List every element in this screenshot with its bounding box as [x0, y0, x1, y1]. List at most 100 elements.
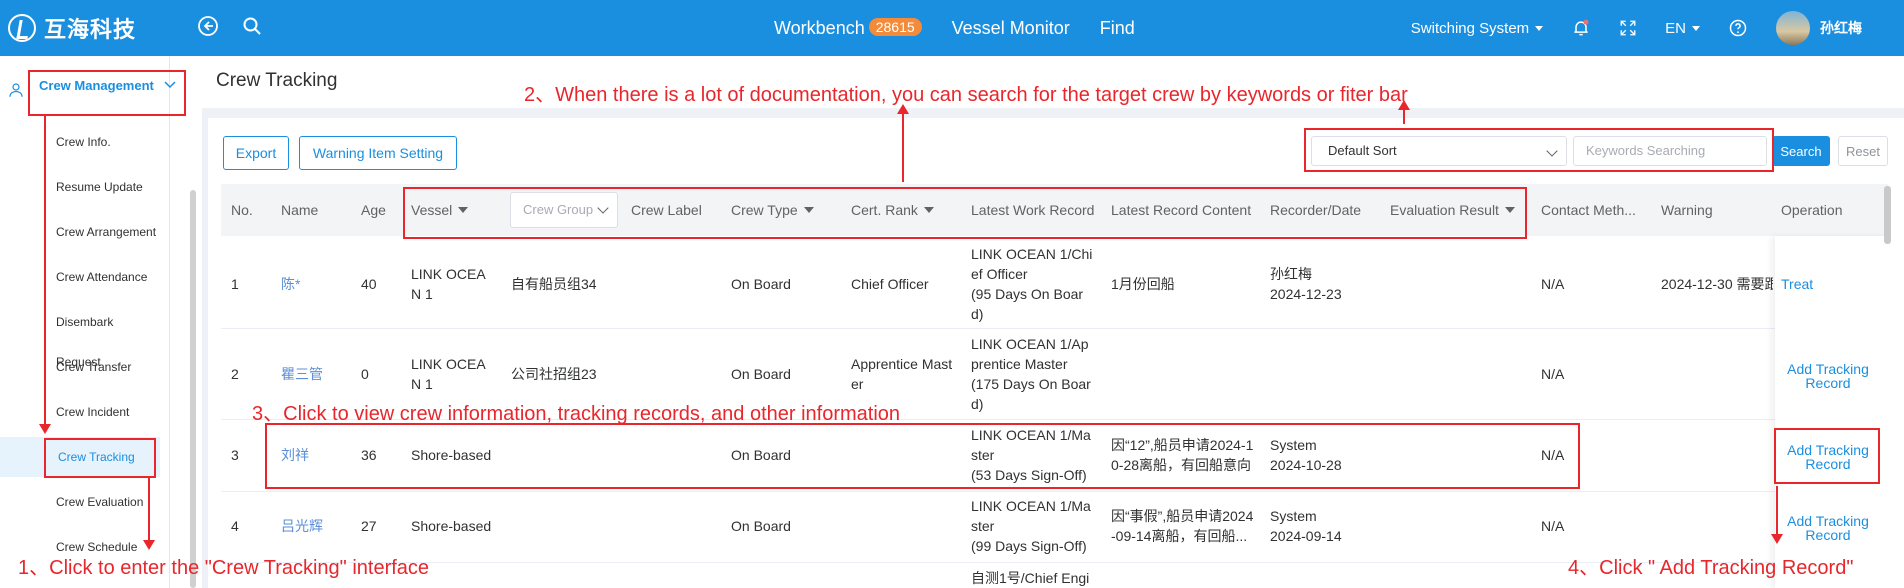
cell-age: 40 — [361, 276, 377, 292]
workbench-count-badge: 28615 — [868, 17, 922, 36]
cell-recorder-date: 孙红梅 2024-12-23 — [1270, 264, 1342, 304]
annotation-box-add-tracking — [1774, 428, 1880, 484]
chevron-down-icon — [1535, 25, 1544, 31]
annotation-step4: 4、Click " Add Tracking Record" — [1568, 557, 1854, 579]
cell-contact-method: N/A — [1541, 366, 1565, 382]
cert-rank-line1: Apprentice Mast — [851, 356, 953, 372]
cell-crew-type: On Board — [731, 518, 791, 534]
language-dropdown[interactable]: EN — [1665, 20, 1700, 37]
logo-icon — [8, 14, 36, 42]
top-nav: Workbench 28615 Vessel Monitor Find — [774, 0, 1135, 56]
warning-item-setting-button[interactable]: Warning Item Setting — [299, 136, 457, 170]
search-button[interactable]: Search — [1772, 136, 1830, 166]
app-logo[interactable]: 互海科技 — [8, 12, 136, 44]
cell-crew-group: 自有船员组34 — [511, 276, 597, 292]
notification-button[interactable] — [1571, 18, 1591, 38]
export-button[interactable]: Export — [223, 136, 289, 170]
back-icon[interactable] — [196, 14, 220, 38]
page-title: Crew Tracking — [216, 70, 338, 91]
add-tracking-record-link[interactable]: Add Tracking Record — [1778, 362, 1878, 390]
sidebar-item-crew-info[interactable]: Crew Info. — [0, 122, 160, 162]
logo-text: 互海科技 — [44, 17, 137, 42]
nav-find[interactable]: Find — [1100, 18, 1135, 39]
col-header-no: No. — [231, 202, 253, 218]
cell-latest-work-record: LINK OCEAN 1/Ma ster (99 Days Sign-Off) — [971, 496, 1091, 556]
annotation-box-crew-tracking — [44, 438, 156, 478]
search-icon[interactable] — [240, 14, 264, 38]
cell-latest-work-record: LINK OCEAN 1/Chi ef Officer (95 Days On Bo… — [971, 244, 1092, 324]
user-name[interactable]: 孙红梅 — [1820, 18, 1862, 38]
sidebar-item-crew-evaluation[interactable]: Crew Evaluation — [0, 482, 160, 522]
cell-latest-work-record: LINK OCEAN 1/Ap prentice Master (175 Days … — [971, 334, 1091, 414]
cell-recorder-date: System 2024-09-14 — [1270, 506, 1342, 546]
cell-latest-record-content: 因“事假”,船员申请2024 -09-14离船，有回船... — [1111, 506, 1253, 546]
cell-vessel-line1: LINK OCEA — [411, 266, 486, 282]
cell-no: 2 — [231, 366, 239, 382]
sidebar: Crew Management Crew Info. Resume Update… — [0, 56, 176, 588]
op-line2: Record — [1805, 375, 1851, 391]
annotation-box-filter-headers — [403, 187, 1527, 239]
annotation-box-crew-row — [265, 423, 1580, 489]
row-divider — [221, 491, 1888, 492]
cell-no: 1 — [231, 276, 239, 292]
user-avatar[interactable] — [1776, 11, 1810, 45]
sidebar-item-resume-update[interactable]: Resume Update — [0, 167, 160, 207]
nav-vessel-monitor[interactable]: Vessel Monitor — [952, 18, 1070, 39]
sidebar-scrollbar[interactable] — [190, 190, 196, 588]
chevron-down-icon — [1692, 25, 1700, 31]
sidebar-item-crew-transfer[interactable]: Crew Transfer — [0, 347, 160, 387]
cell-latest-record-content: 1月份回船 — [1111, 276, 1175, 292]
cell-warning: 2024-12-30 需要跟 — [1661, 276, 1773, 292]
annotation-box-crew-management — [28, 70, 186, 116]
cell-vessel-line2: N 1 — [411, 376, 433, 392]
col-header-age: Age — [361, 202, 386, 218]
annotation-step2: 2、When there is a lot of documentation, … — [524, 84, 1408, 106]
sidebar-item-crew-arrangement[interactable]: Crew Arrangement — [0, 212, 160, 252]
content-line2: -09-14离船，有回船... — [1111, 528, 1248, 544]
cell-crew-type: On Board — [731, 276, 791, 292]
help-icon — [1729, 19, 1747, 37]
nav-workbench-label: Workbench — [774, 17, 865, 38]
work-line3: (99 Days Sign-Off) — [971, 538, 1087, 554]
cell-contact-method: N/A — [1541, 518, 1565, 534]
sidebar-item-crew-incident[interactable]: Crew Incident — [0, 392, 160, 432]
bell-icon — [1574, 19, 1589, 36]
reset-button[interactable]: Reset — [1838, 136, 1888, 166]
fullscreen-button[interactable] — [1619, 19, 1637, 37]
work-line2: prentice Master — [971, 356, 1068, 372]
col-header-name: Name — [281, 202, 319, 218]
op-line2: Record — [1805, 527, 1851, 543]
cell-name[interactable]: 吕光辉 — [281, 516, 323, 536]
cell-name[interactable]: 陈* — [281, 274, 300, 294]
sidebar-item-disembark-request[interactable]: Disembark Request — [0, 302, 160, 369]
work-line1: LINK OCEAN 1/Chi — [971, 246, 1093, 262]
record-date: 2024-09-14 — [1270, 528, 1342, 544]
annotation-arrow-1a — [39, 116, 51, 434]
annotation-box-search-bar — [1304, 128, 1774, 172]
top-bar: 互海科技 Workbench 28615 Vessel Monitor Find … — [0, 0, 1904, 56]
switching-system-dropdown[interactable]: Switching System — [1410, 19, 1544, 37]
cell-name[interactable]: 瞿三管 — [281, 364, 323, 384]
help-button[interactable] — [1728, 18, 1748, 38]
cell-vessel: LINK OCEA N 1 — [411, 354, 486, 394]
cell-age: 0 — [361, 366, 369, 382]
fullscreen-icon — [1620, 20, 1636, 36]
cell-latest-work-record: 自测1号/Chief Engi — [971, 570, 1090, 586]
annotation-step1: 1、Click to enter the "Crew Tracking" int… — [18, 557, 430, 579]
col-header-warning: Warning — [1661, 202, 1713, 218]
cell-contact-method: N/A — [1541, 276, 1565, 292]
sidebar-item-crew-attendance[interactable]: Crew Attendance — [0, 257, 160, 297]
treat-link[interactable]: Treat — [1781, 277, 1813, 291]
add-tracking-record-link[interactable]: Add Tracking Record — [1778, 514, 1878, 542]
cell-no: 3 — [231, 447, 239, 463]
work-line2: ef Officer — [971, 266, 1028, 282]
annotation-arrow-4 — [1771, 486, 1783, 544]
recorder-name: System — [1270, 508, 1317, 524]
table-vertical-scrollbar[interactable] — [1884, 186, 1891, 244]
cell-cert-rank: Chief Officer — [851, 276, 929, 292]
work-line1: LINK OCEAN 1/Ma — [971, 498, 1091, 514]
switching-system-label: Switching System — [1410, 19, 1530, 37]
row-divider — [221, 328, 1888, 329]
nav-workbench[interactable]: Workbench 28615 — [774, 17, 922, 39]
cell-cert-rank: Apprentice Mast er — [851, 354, 952, 394]
